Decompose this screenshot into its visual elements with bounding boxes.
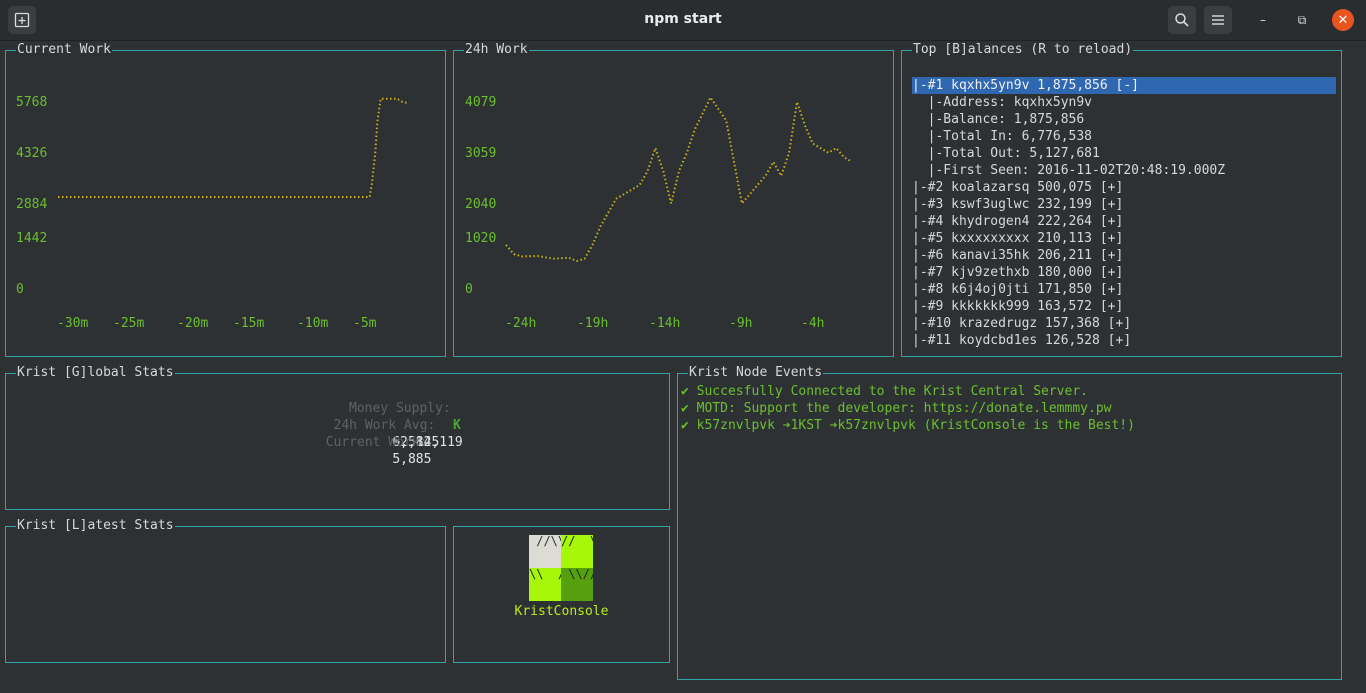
event-item: ✔ k57znvlpvk ➔1KST ➔k57znvlpvk (KristCon… (681, 418, 1135, 433)
y-tick-label: 4079 (465, 95, 497, 110)
series-line (58, 97, 409, 198)
global-stats-panel[interactable]: Krist [G]lobal Stats Money Supply: K 6,5… (5, 365, 670, 510)
y-tick-label: 1020 (465, 231, 497, 246)
search-icon (1175, 13, 1189, 27)
x-tick-label: -14h (649, 316, 681, 331)
minimize-button[interactable]: – (1252, 9, 1274, 31)
balance-row[interactable]: |-#9 kkkkkkk999 163,572 [+] (912, 298, 1123, 315)
x-tick-label: -15m (233, 316, 265, 331)
search-button[interactable] (1168, 6, 1196, 34)
x-tick-label: -20m (177, 316, 209, 331)
x-tick-label: -19h (577, 316, 609, 331)
panel-title: Current Work (16, 42, 112, 58)
balance-row-selected[interactable]: |-#1 kqxhx5yn9v 1,875,856 [-] (912, 77, 1336, 94)
panel-title: Krist [G]lobal Stats (16, 365, 175, 381)
day-work-panel: 24h Work 4079 3059 2040 1020 0 -24h -19h… (453, 42, 894, 357)
panel-title: Top [B]alances (R to reload) (912, 42, 1134, 58)
current-work-line-chart (58, 97, 409, 198)
y-tick-label: 2040 (465, 197, 497, 212)
x-tick-label: -9h (729, 316, 753, 331)
balance-row[interactable]: |-Total In: 6,776,538 (912, 128, 1092, 145)
y-tick-label: 1442 (16, 231, 48, 246)
y-tick-label: 0 (465, 282, 473, 297)
day-work-line-chart (505, 95, 853, 263)
balance-row[interactable]: |-Total Out: 5,127,681 (912, 145, 1100, 162)
work-avg-row: 24h Work Avg: ~2,145 (334, 400, 440, 450)
balance-row[interactable]: |-#8 k6j4oj0jti 171,850 [+] (912, 281, 1123, 298)
balance-row[interactable]: |-Balance: 1,875,856 (912, 111, 1085, 128)
logo-quadrant: \\ // (529, 568, 561, 601)
current-work-row: Current Work: 5,885 (326, 417, 432, 467)
krist-currency-icon: K (452, 418, 461, 433)
x-tick-label: -4h (801, 316, 825, 331)
event-item: ✔ Succesfully Connected to the Krist Cen… (681, 384, 1088, 399)
current-work-value: 5,885 (392, 452, 432, 467)
x-tick-label: -30m (57, 316, 89, 331)
balance-row[interactable]: |-#6 kanavi35hk 206,211 [+] (912, 247, 1123, 264)
menu-button[interactable] (1204, 6, 1232, 34)
x-tick-label: -5m (353, 316, 377, 331)
node-events-panel[interactable]: Krist Node Events ✔ Succesfully Connecte… (677, 365, 1342, 680)
balance-row[interactable]: |-#11 koydcbd1es 126,528 [+] (912, 332, 1131, 349)
balance-row[interactable]: |-Address: kqxhx5yn9v (912, 94, 1092, 111)
close-button[interactable]: ✕ (1332, 9, 1354, 31)
x-tick-label: -10m (297, 316, 329, 331)
kristconsole-logo: //\\ // \\ \\ // \\// (529, 535, 593, 601)
balance-row[interactable]: |-#5 kxxxxxxxxx 210,113 [+] (912, 230, 1123, 247)
balance-row[interactable]: |-#4 khydrogen4 222,264 [+] (912, 213, 1123, 230)
panel-title: 24h Work (464, 42, 529, 58)
latest-stats-panel[interactable]: Krist [L]atest Stats (5, 518, 446, 663)
window-title: npm start (644, 11, 722, 27)
y-tick-label: 3059 (465, 146, 497, 161)
event-item: ✔ MOTD: Support the developer: https://d… (681, 401, 1112, 416)
logo-caption: KristConsole (514, 604, 609, 619)
money-supply-row: Money Supply: K 6,582,119 (349, 383, 463, 450)
y-tick-label: 2884 (16, 197, 48, 212)
series-line (505, 95, 853, 263)
balance-row[interactable]: |-#10 krazedrugz 157,368 [+] (912, 315, 1131, 332)
balance-row[interactable]: |-#3 kswf3uglwc 232,199 [+] (912, 196, 1123, 213)
x-tick-label: -25m (113, 316, 145, 331)
maximize-button[interactable]: ⧉ (1291, 9, 1313, 31)
window-titlebar: npm start – ⧉ ✕ (0, 0, 1366, 41)
balance-row[interactable]: |-#2 koalazarsq 500,075 [+] (912, 179, 1123, 196)
hamburger-menu-icon (1212, 15, 1224, 25)
y-tick-label: 5768 (16, 95, 48, 110)
current-work-panel: Current Work 5768 4326 2884 1442 0 -30m … (5, 42, 446, 357)
balance-row[interactable]: |-#7 kjv9zethxb 180,000 [+] (912, 264, 1123, 281)
x-tick-label: -24h (505, 316, 537, 331)
y-tick-label: 4326 (16, 146, 48, 161)
top-balances-panel[interactable]: Top [B]alances (R to reload) |-#1 kqxhx5… (901, 42, 1342, 357)
logo-quadrant: \\// (561, 568, 593, 601)
y-tick-label: 0 (16, 282, 24, 297)
balance-row[interactable]: |-First Seen: 2016-11-02T20:48:19.000Z (912, 162, 1225, 179)
current-work-label: Current Work: (325, 435, 428, 450)
logo-quadrant: //\\ (529, 535, 561, 568)
panel-title: Krist [L]atest Stats (16, 518, 175, 534)
panel-title: Krist Node Events (688, 365, 824, 381)
logo-quadrant: // \\ (561, 535, 593, 568)
logo-panel: //\\ // \\ \\ // \\// KristConsole (453, 526, 670, 663)
